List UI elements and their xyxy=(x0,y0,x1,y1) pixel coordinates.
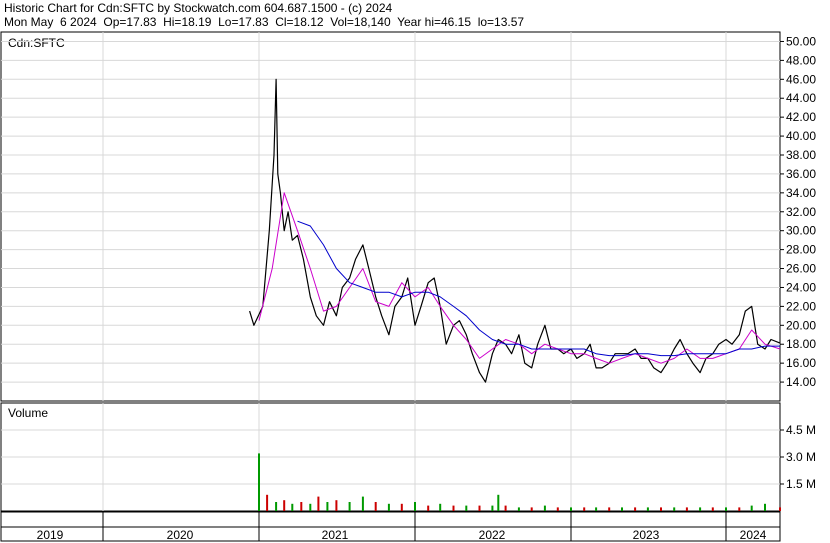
volume-bar xyxy=(634,507,637,511)
volume-bar xyxy=(750,505,753,511)
price-ma-long-line xyxy=(297,220,780,357)
volume-bar xyxy=(400,503,403,511)
volume-bar xyxy=(491,505,494,511)
volume-tick-label: 1.5 M xyxy=(786,477,816,491)
price-tick-label: 22.00 xyxy=(786,299,816,313)
price-panel-frame xyxy=(0,31,781,402)
price-tick-label: 44.00 xyxy=(786,91,816,105)
volume-bar xyxy=(361,496,364,511)
price-tick-label: 42.00 xyxy=(786,110,816,124)
volume-bar xyxy=(478,505,481,511)
volume-tick-label: 4.5 M xyxy=(786,423,816,437)
price-tick-label: 14.00 xyxy=(786,375,816,389)
volume-bar xyxy=(300,502,303,511)
volume-panel-title: Volume xyxy=(8,406,48,420)
year-label: 2022 xyxy=(479,528,506,542)
volume-bar xyxy=(427,505,430,511)
volume-bar xyxy=(699,507,702,511)
volume-bar xyxy=(583,507,586,511)
price-tick-label: 38.00 xyxy=(786,148,816,162)
year-label: 2023 xyxy=(633,528,660,542)
year-label: 2024 xyxy=(740,528,767,542)
volume-bar xyxy=(673,507,676,511)
volume-bar xyxy=(414,502,416,511)
volume-bar xyxy=(266,494,269,511)
volume-bar xyxy=(517,507,520,511)
price-tick-label: 20.00 xyxy=(786,318,816,332)
price-tick-label: 30.00 xyxy=(786,224,816,238)
volume-bar xyxy=(621,507,623,511)
volume-bar xyxy=(685,507,688,511)
volume-bar xyxy=(387,503,390,511)
volume-bar xyxy=(465,505,468,511)
volume-bar xyxy=(711,507,714,511)
year-label: 2019 xyxy=(37,528,64,542)
price-tick-label: 48.00 xyxy=(786,53,816,67)
volume-bar xyxy=(317,496,320,511)
volume-bar xyxy=(348,502,351,511)
price-tick-label: 32.00 xyxy=(786,205,816,219)
volume-bar xyxy=(504,505,507,511)
price-tick-label: 24.00 xyxy=(786,280,816,294)
price-tick-label: 36.00 xyxy=(786,167,816,181)
volume-bar xyxy=(608,507,611,511)
volume-bar xyxy=(660,507,662,511)
price-tick-label: 26.00 xyxy=(786,262,816,276)
volume-bar xyxy=(283,500,286,511)
volume-bar xyxy=(779,507,781,511)
volume-bar xyxy=(309,503,312,511)
price-tick-label: 16.00 xyxy=(786,356,816,370)
price-tick-label: 50.00 xyxy=(786,34,816,48)
volume-bar xyxy=(543,505,546,511)
volume-bar xyxy=(570,507,572,511)
year-label: 2021 xyxy=(322,528,349,542)
price-tick-label: 46.00 xyxy=(786,72,816,86)
volume-tick-label: 3.0 M xyxy=(786,450,816,464)
volume-bar xyxy=(497,494,500,511)
volume-bar xyxy=(452,505,455,511)
volume-bar xyxy=(595,507,598,511)
volume-bar xyxy=(374,502,377,511)
volume-bar xyxy=(764,503,766,511)
price-tick-label: 18.00 xyxy=(786,337,816,351)
price-tick-label: 34.00 xyxy=(786,186,816,200)
price-tick-label: 40.00 xyxy=(786,129,816,143)
price-panel-title: Cdn:SFTC xyxy=(8,36,65,50)
volume-bar xyxy=(291,503,294,511)
volume-bar xyxy=(439,503,442,511)
volume-bar xyxy=(326,502,329,511)
volume-bar xyxy=(725,507,727,511)
volume-bar xyxy=(556,507,559,511)
price-tick-label: 28.00 xyxy=(786,243,816,257)
volume-bar xyxy=(275,502,278,511)
volume-bar xyxy=(335,500,338,511)
volume-bar xyxy=(646,507,649,511)
volume-bar xyxy=(258,453,260,511)
year-label: 2020 xyxy=(167,528,194,542)
volume-bar xyxy=(530,507,533,511)
stock-chart: Cdn:SFTC Volume 50.00 48.00 46.00 44.00 42.0… xyxy=(0,31,816,542)
volume-bar xyxy=(738,507,741,511)
